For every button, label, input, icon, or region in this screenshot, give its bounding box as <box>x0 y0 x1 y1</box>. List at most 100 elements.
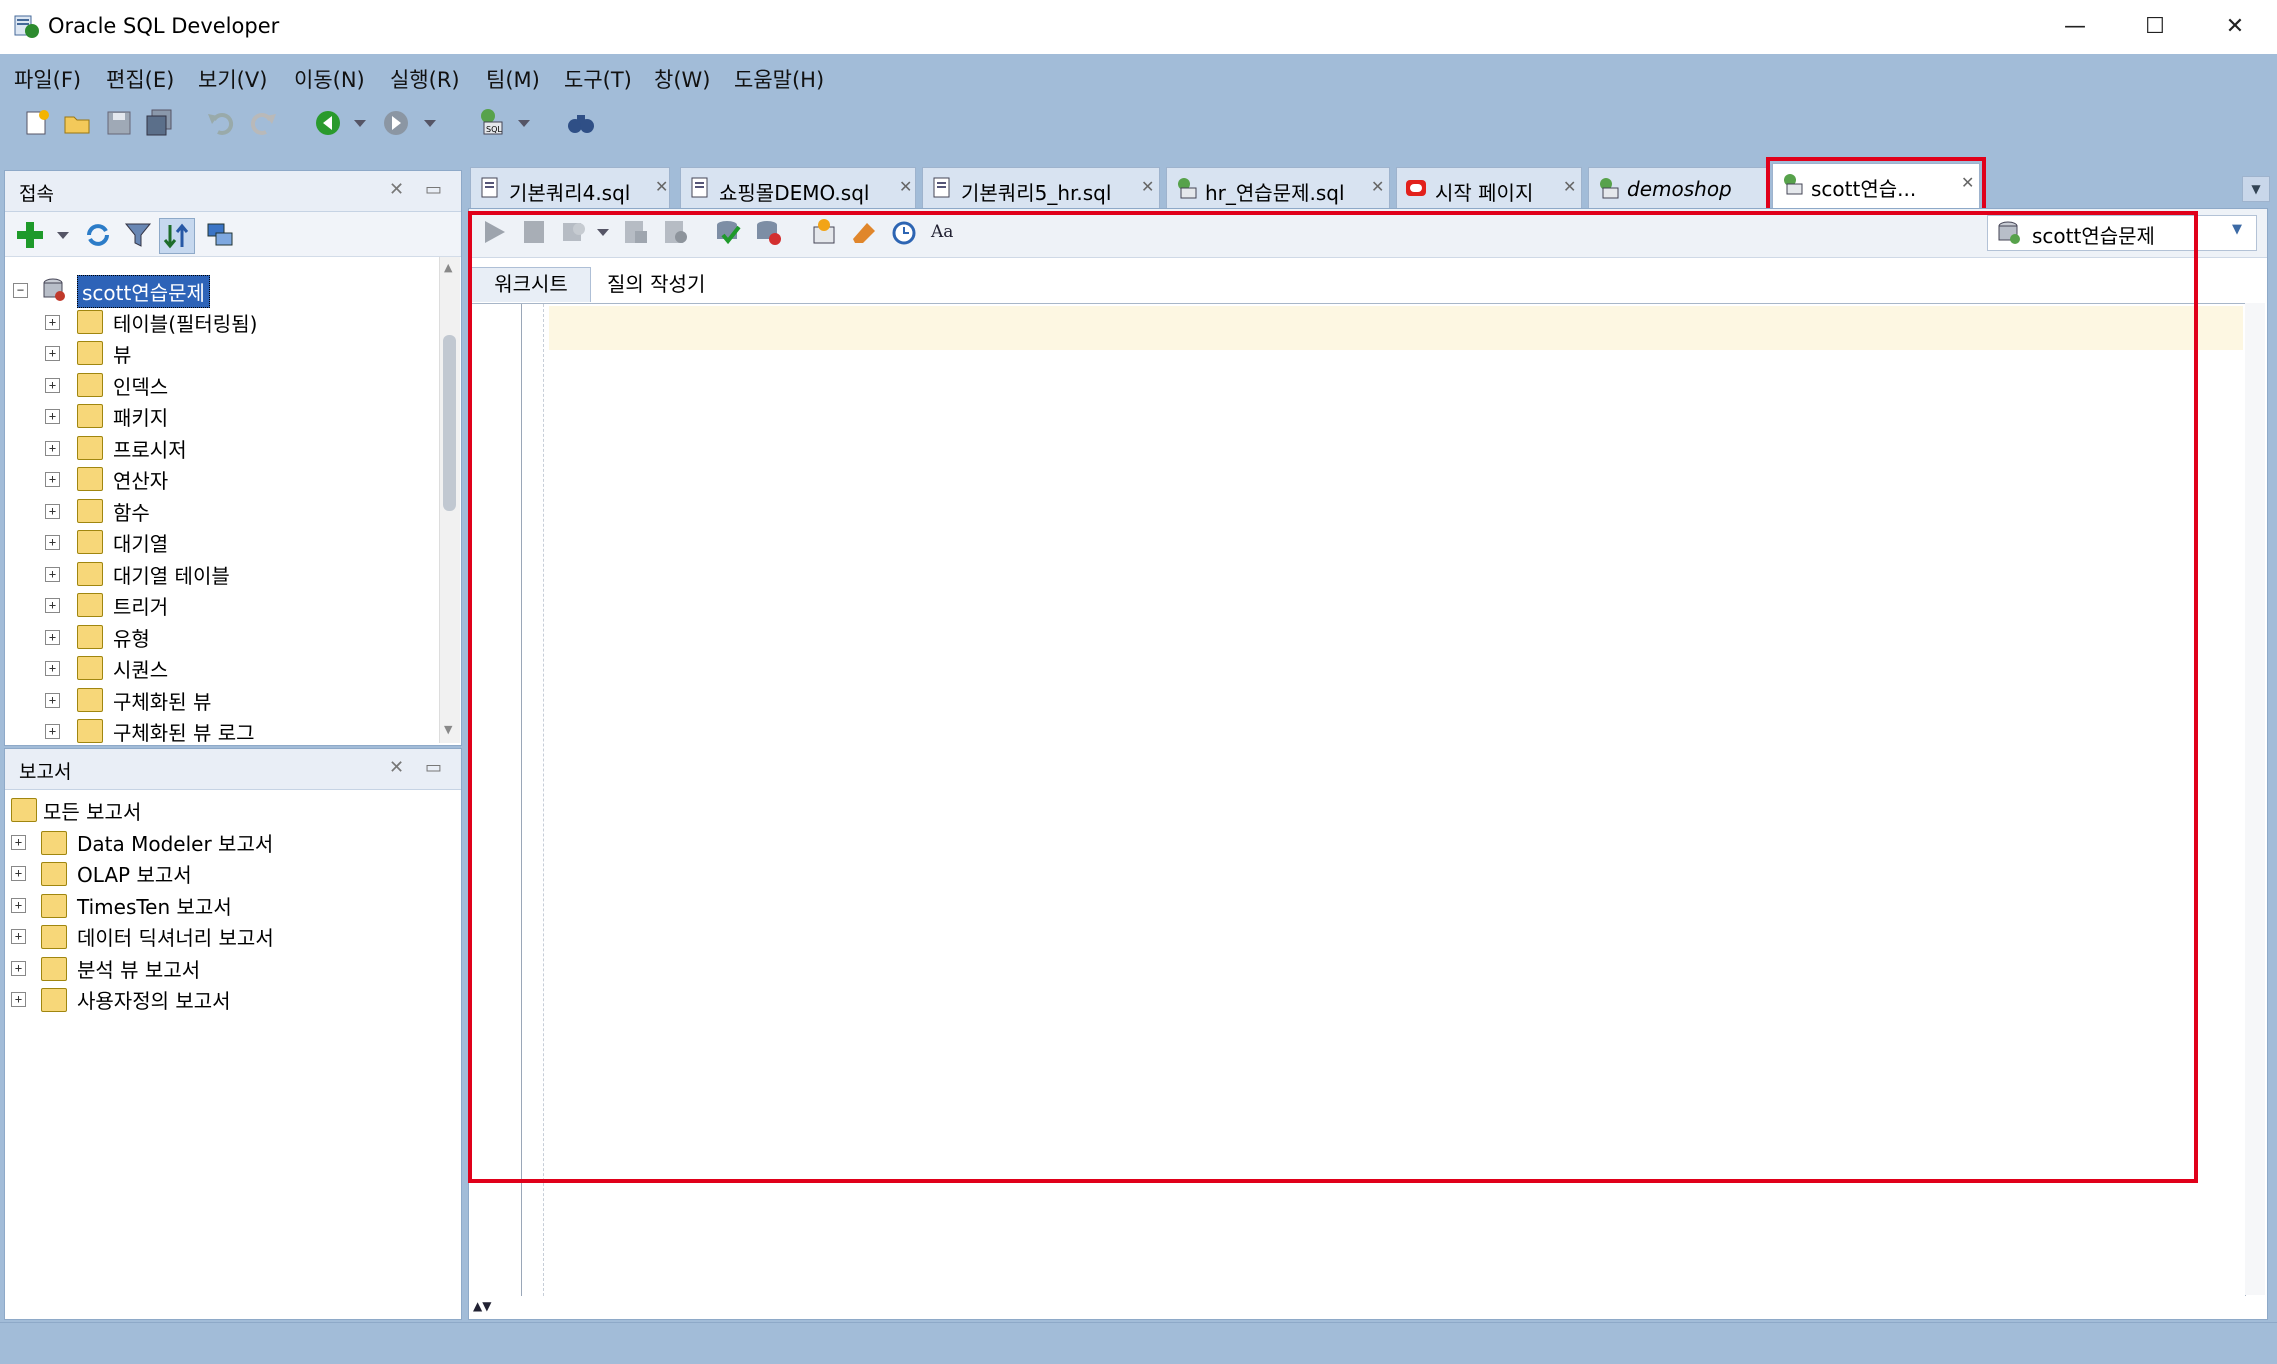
expand-icon[interactable]: + <box>45 441 60 456</box>
editor-scrollbar[interactable] <box>2245 303 2265 1295</box>
menu-edit[interactable]: 편집(E) <box>106 64 174 94</box>
menu-navigate[interactable]: 이동(N) <box>294 64 365 94</box>
menu-tools[interactable]: 도구(T) <box>564 64 632 94</box>
close-icon[interactable]: ✕ <box>389 179 404 200</box>
redo-icon[interactable] <box>248 108 278 138</box>
chevron-down-icon[interactable] <box>55 224 71 246</box>
tree-node-label: 패키지 <box>113 406 169 430</box>
expand-icon[interactable]: + <box>45 504 60 519</box>
menu-help[interactable]: 도움말(H) <box>734 64 824 94</box>
folder-icon <box>41 925 67 949</box>
scroll-down-icon[interactable]: ▼ <box>444 723 452 736</box>
tree-node-label: 유형 <box>113 627 150 651</box>
binoculars-icon[interactable] <box>566 108 596 138</box>
chevron-down-icon[interactable] <box>516 110 532 136</box>
folder-icon <box>41 862 67 886</box>
open-folder-icon[interactable] <box>62 108 92 138</box>
report-item-label: OLAP 보고서 <box>77 863 192 887</box>
close-icon[interactable]: ✕ <box>1563 177 1576 196</box>
expand-icon[interactable]: + <box>11 866 26 881</box>
report-item-label: 사용자정의 보고서 <box>77 989 231 1013</box>
maximize-button[interactable]: ☐ <box>2130 10 2180 44</box>
expand-icon[interactable]: + <box>45 567 60 582</box>
save-all-icon[interactable] <box>144 108 174 138</box>
scrollbar-thumb[interactable] <box>443 335 456 511</box>
expand-icon[interactable]: + <box>45 661 60 676</box>
tab-shopping-demo[interactable]: 쇼핑몰DEMO.sql ✕ <box>680 167 916 209</box>
expand-icon[interactable]: + <box>45 346 60 361</box>
split-arrows-icon[interactable]: ▲▼ <box>473 1299 491 1313</box>
back-icon[interactable] <box>314 108 344 138</box>
menu-view[interactable]: 보기(V) <box>198 64 267 94</box>
reports-panel-header: 보고서 ✕ ▭ <box>5 749 461 790</box>
close-icon[interactable]: ✕ <box>1371 177 1384 196</box>
menu-window[interactable]: 창(W) <box>654 64 710 94</box>
sort-icon[interactable] <box>159 218 195 254</box>
sequence-folder-icon <box>77 656 103 680</box>
close-icon[interactable]: ✕ <box>1141 177 1154 196</box>
tree-node-label: 트리거 <box>113 595 169 619</box>
chevron-down-icon[interactable] <box>422 110 438 136</box>
scroll-up-icon[interactable]: ▲ <box>444 261 452 274</box>
forward-icon[interactable] <box>382 108 412 138</box>
tree-node-label: 테이블(필터링됨) <box>113 312 258 336</box>
reports-panel: 보고서 ✕ ▭ 모든 보고서 + Data Modeler 보고서 + OLAP 보… <box>4 748 462 1320</box>
chevron-down-icon[interactable] <box>352 110 368 136</box>
expand-icon[interactable]: + <box>11 961 26 976</box>
tab-start-page[interactable]: 시작 페이지 ✕ <box>1396 167 1582 209</box>
minimize-panel-icon[interactable]: ▭ <box>425 179 442 200</box>
expand-icon[interactable]: + <box>45 535 60 550</box>
tab-basic-query4[interactable]: 기본쿼리4.sql ✕ <box>470 167 670 209</box>
new-file-icon[interactable] <box>22 108 52 138</box>
connections-panel-header: 접속 ✕ ▭ <box>5 171 461 212</box>
close-button[interactable]: ✕ <box>2210 10 2260 44</box>
expand-icon[interactable]: + <box>45 472 60 487</box>
expand-icon[interactable]: + <box>45 693 60 708</box>
expand-icon[interactable]: + <box>45 724 60 739</box>
collapse-icon[interactable]: − <box>13 283 28 298</box>
expand-icon[interactable]: + <box>11 992 26 1007</box>
expand-icon[interactable]: + <box>45 598 60 613</box>
minimize-button[interactable]: — <box>2050 10 2100 44</box>
undo-icon[interactable] <box>206 108 236 138</box>
expand-icon[interactable]: + <box>11 898 26 913</box>
schema-browser-icon[interactable] <box>205 220 235 250</box>
menu-team[interactable]: 팀(M) <box>486 64 540 94</box>
tree-node-label: 구체화된 뷰 로그 <box>113 721 255 743</box>
tab-label: demoshop <box>1627 177 1732 201</box>
expand-icon[interactable]: + <box>11 835 26 850</box>
minimize-panel-icon[interactable]: ▭ <box>425 757 442 778</box>
close-icon[interactable]: ✕ <box>899 177 912 196</box>
folder-icon <box>41 957 67 981</box>
tree-node-label: 프로시저 <box>113 438 187 462</box>
chevron-down-icon[interactable]: ▼ <box>2232 222 2242 237</box>
expand-icon[interactable]: + <box>45 315 60 330</box>
close-icon[interactable]: ✕ <box>389 757 404 778</box>
tree-row-connection[interactable]: − scott연습문제 <box>5 275 439 308</box>
filter-icon[interactable] <box>123 220 153 250</box>
tab-hr-exercise[interactable]: hr_연습문제.sql ✕ <box>1166 167 1390 209</box>
report-item-label: 분석 뷰 보고서 <box>77 958 201 982</box>
sql-file-icon <box>479 177 501 199</box>
expand-icon[interactable]: + <box>45 409 60 424</box>
connections-tree: − scott연습문제 + 테이블(필터링됨) + 뷰 + 인덱스 + 패키지 + 프로시… <box>5 257 439 743</box>
tab-demoshop[interactable]: demoshop <box>1588 167 1768 209</box>
folder-icon <box>41 894 67 918</box>
menu-run[interactable]: 실행(R) <box>390 64 460 94</box>
expand-icon[interactable]: + <box>45 378 60 393</box>
refresh-icon[interactable] <box>83 220 113 250</box>
connections-panel: 접속 ✕ ▭ − scott연습문제 + 테이블(필터링됨) + 뷰 + 인덱스 + 패… <box>4 170 462 746</box>
close-icon[interactable]: ✕ <box>655 177 668 196</box>
save-icon[interactable] <box>104 108 134 138</box>
trigger-folder-icon <box>77 593 103 617</box>
tab-label: 쇼핑몰DEMO.sql <box>719 181 870 205</box>
tab-list-dropdown-icon[interactable]: ▼ <box>2242 176 2270 202</box>
sql-worksheet-icon[interactable]: SQL <box>476 106 506 136</box>
expand-icon[interactable]: + <box>45 630 60 645</box>
menu-file[interactable]: 파일(F) <box>14 64 81 94</box>
connections-scrollbar[interactable]: ▲ ▼ <box>439 257 460 743</box>
expand-icon[interactable]: + <box>11 929 26 944</box>
add-connection-icon[interactable] <box>15 220 45 250</box>
tab-basic-query5-hr[interactable]: 기본쿼리5_hr.sql ✕ <box>922 167 1160 209</box>
sql-file-icon <box>689 177 711 199</box>
